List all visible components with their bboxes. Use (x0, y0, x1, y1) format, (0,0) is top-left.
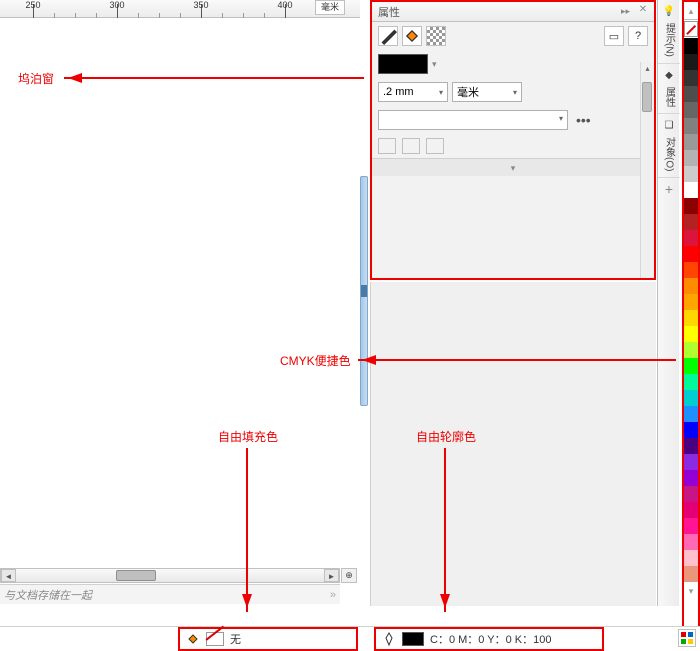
line-style-select[interactable] (378, 110, 568, 130)
hint-bar: 与文档存储在一起 » (0, 584, 340, 604)
palette-swatch[interactable] (684, 38, 698, 54)
palette-swatch[interactable] (684, 214, 698, 230)
palette-swatch[interactable] (684, 550, 698, 566)
palette-swatch[interactable] (684, 406, 698, 422)
horizontal-scrollbar[interactable]: ◄ ► (0, 568, 340, 583)
fill-label: 无 (230, 631, 241, 647)
palette-scroll-down[interactable]: ▾ (684, 582, 698, 600)
help-icon[interactable]: ? (628, 26, 648, 46)
cap-style-1[interactable] (378, 138, 396, 154)
hint-text: 与文档存储在一起 (4, 587, 92, 603)
tab-objects[interactable]: ❑ 对象(O) (658, 114, 680, 178)
palette-swatch[interactable] (684, 134, 698, 150)
outline-swatch-icon (402, 632, 424, 646)
palette-scroll-up[interactable]: ▴ (684, 2, 698, 20)
properties-docker: 属性 ▸▸ ✕ ▭ ? ▾ .2 mm 毫米 ••• ▾ ▴ (370, 0, 656, 280)
palette-swatch[interactable] (684, 470, 698, 486)
fill-bucket-icon (186, 632, 200, 646)
outline-pen-icon[interactable] (378, 26, 398, 46)
vertical-scroll-minimap[interactable] (360, 176, 368, 406)
palette-swatch[interactable] (684, 534, 698, 550)
no-color-swatch[interactable] (684, 21, 698, 37)
palette-swatch[interactable] (684, 294, 698, 310)
palette-swatch[interactable] (684, 166, 698, 182)
anno-dock-window: 坞泊窗 (18, 70, 54, 87)
palette-swatch[interactable] (684, 374, 698, 390)
transparency-icon[interactable] (426, 26, 446, 46)
tab-hints[interactable]: 💡 提示(N) (658, 0, 680, 64)
palette-swatch[interactable] (684, 390, 698, 406)
more-options-icon[interactable]: ••• (572, 112, 595, 128)
add-docker-button[interactable]: + (658, 178, 680, 200)
palette-swatch[interactable] (684, 454, 698, 470)
palette-swatch[interactable] (684, 502, 698, 518)
palette-swatch[interactable] (684, 70, 698, 86)
docker-empty-area (370, 282, 656, 606)
anno-free-outline: 自由轮廓色 (416, 428, 476, 445)
palette-swatch[interactable] (684, 102, 698, 118)
tab-properties[interactable]: ◆ 属性 (658, 64, 680, 114)
canvas-area[interactable] (0, 18, 360, 580)
palette-swatch[interactable] (684, 518, 698, 534)
docker-tab-column: 💡 提示(N) ◆ 属性 ❑ 对象(O) + (657, 0, 679, 606)
palette-swatch[interactable] (684, 358, 698, 374)
arrow-free-outline (444, 448, 446, 612)
palette-swatch[interactable] (684, 566, 698, 582)
anno-free-fill: 自由填充色 (218, 428, 278, 445)
docker-scrollbar[interactable]: ▴ (640, 62, 654, 278)
outline-color-swatch[interactable] (378, 54, 428, 74)
palette-swatch[interactable] (684, 230, 698, 246)
outline-unit-select[interactable]: 毫米 (452, 82, 522, 102)
scroll-left-button[interactable]: ◄ (1, 569, 16, 582)
no-fill-swatch-icon (206, 632, 224, 646)
palette-swatch[interactable] (684, 278, 698, 294)
cap-style-2[interactable] (402, 138, 420, 154)
palette-swatch[interactable] (684, 262, 698, 278)
palette-swatch[interactable] (684, 118, 698, 134)
docker-title-bar[interactable]: 属性 ▸▸ ✕ (372, 2, 654, 22)
fill-bucket-icon[interactable] (402, 26, 422, 46)
diamond-icon: ◆ (662, 70, 676, 84)
palette-swatch[interactable] (684, 342, 698, 358)
palette-swatch[interactable] (684, 150, 698, 166)
status-bar: 无 C：0 M：0 Y：0 K：100 (0, 626, 700, 650)
outline-width-select[interactable]: .2 mm (378, 82, 448, 102)
arrow-dock-window (64, 77, 364, 79)
docker-title: 属性 (378, 4, 400, 20)
lightbulb-icon: 💡 (662, 6, 676, 20)
palette-swatch[interactable] (684, 310, 698, 326)
palette-flyout-button[interactable] (678, 629, 696, 647)
expand-section-icon[interactable]: ▾ (372, 158, 654, 176)
zoom-nav-button[interactable]: ⊕ (341, 568, 357, 583)
fill-status-segment[interactable]: 无 (178, 627, 358, 651)
ruler-unit[interactable]: 毫米 (315, 0, 345, 15)
palette-swatch[interactable] (684, 86, 698, 102)
outline-status-segment[interactable]: C：0 M：0 Y：0 K：100 (374, 627, 604, 651)
palette-swatch[interactable] (684, 182, 698, 198)
palette-swatch[interactable] (684, 438, 698, 454)
hint-more-icon[interactable]: » (330, 589, 336, 601)
palette-swatch[interactable] (684, 422, 698, 438)
outline-label: C：0 M：0 Y：0 K：100 (430, 631, 551, 647)
arrow-cmyk (358, 359, 676, 361)
layers-icon: ❑ (662, 120, 676, 134)
palette-swatch[interactable] (684, 54, 698, 70)
palette-swatch[interactable] (684, 198, 698, 214)
docker-menu-icon[interactable]: ▸▸ (621, 6, 630, 17)
page-options-icon[interactable]: ▭ (604, 26, 624, 46)
palette-swatch[interactable] (684, 326, 698, 342)
pen-nib-icon (382, 632, 396, 646)
anno-cmyk: CMYK便捷色 (280, 352, 351, 369)
palette-swatch[interactable] (684, 486, 698, 502)
arrow-free-fill (246, 448, 248, 612)
scroll-thumb[interactable] (116, 570, 156, 581)
scroll-right-button[interactable]: ► (324, 569, 339, 582)
docker-close-icon[interactable]: ✕ (636, 4, 650, 18)
palette-swatch[interactable] (684, 246, 698, 262)
cap-style-3[interactable] (426, 138, 444, 154)
color-palette: ▴ ▾ (682, 0, 700, 650)
horizontal-ruler: 250 300 350 400 毫米 (0, 0, 360, 18)
